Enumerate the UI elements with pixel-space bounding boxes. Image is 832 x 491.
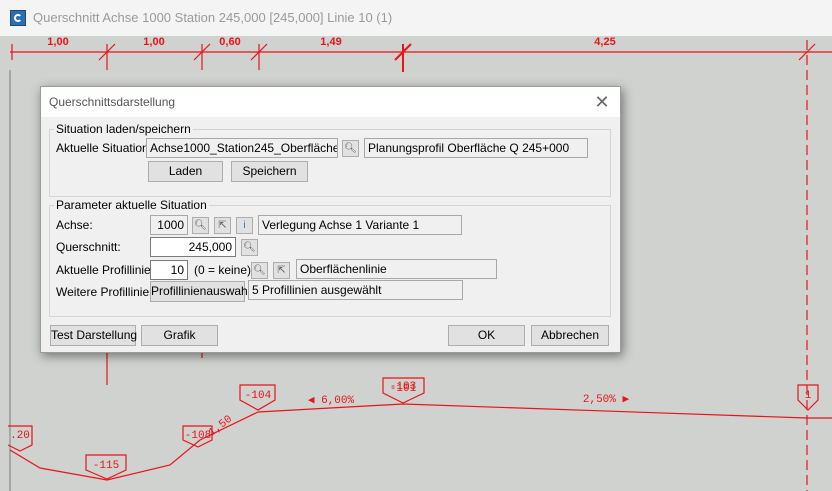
situation-file-field[interactable]: Achse1000_Station245_Oberfläche.QS (146, 138, 338, 158)
close-icon[interactable]: ✕ (590, 90, 614, 114)
current-situation-label: Aktuelle Situation: (56, 141, 153, 155)
dimension-label: 1,49 (320, 36, 341, 48)
dimension-label: 4,25 (594, 36, 615, 48)
profile-line-label: Aktuelle Profillinie: (56, 263, 155, 277)
profile-line-description-field[interactable]: Oberflächenlinie (296, 259, 497, 279)
height-label: -115 (93, 460, 119, 472)
height-label: 1 (805, 390, 812, 402)
window-title: Querschnitt Achse 1000 Station 245,000 [… (33, 10, 393, 25)
ok-button[interactable]: OK (448, 325, 525, 346)
dimension-label: 1,00 (47, 36, 68, 48)
height-label: .20 (10, 430, 30, 442)
cross-section-dialog: Querschnittsdarstellung ✕ Situation lade… (40, 86, 621, 353)
situation-description-field[interactable]: Planungsprofil Oberfläche Q 245+000 (364, 138, 588, 158)
dialog-title: Querschnittsdarstellung (49, 95, 176, 109)
axis-field[interactable]: 1000 (150, 215, 188, 235)
app-icon (10, 10, 26, 26)
slope-label: 2,50% ▶ (583, 394, 630, 406)
axis-description-field[interactable]: Verlegung Achse 1 Variante 1 (258, 215, 462, 235)
situation-legend: Situation laden/speichern (54, 122, 193, 136)
search-icon[interactable]: 🔍︎ (342, 140, 359, 157)
height-label: -101 (390, 383, 417, 395)
title-bar: Querschnitt Achse 1000 Station 245,000 [… (0, 0, 832, 37)
axis-label: Achse: (56, 218, 93, 232)
pick-cursor-icon[interactable]: ⇱ (214, 217, 231, 234)
slope-label: 1,50 (207, 414, 235, 440)
profile-line-input[interactable]: 10 (150, 260, 188, 280)
parameter-legend: Parameter aktuelle Situation (54, 198, 209, 212)
height-label: -104 (245, 390, 272, 402)
more-profile-lines-field[interactable]: 5 Profillinien ausgewählt (248, 280, 463, 300)
cancel-button[interactable]: Abbrechen (531, 325, 609, 346)
profile-line-hint: (0 = keine) (194, 263, 252, 277)
info-icon[interactable]: i (236, 217, 253, 234)
graphic-button[interactable]: Grafik (141, 325, 218, 346)
profile-line-selection-button[interactable]: Profillinienauswahl (150, 281, 250, 302)
surface-profile-line (9, 403, 832, 481)
slope-label: ◀ 6,00% (308, 395, 355, 407)
load-button[interactable]: Laden (148, 161, 223, 182)
dimension-label: 1,00 (143, 36, 164, 48)
dialog-header: Querschnittsdarstellung ✕ (41, 87, 620, 117)
save-button[interactable]: Speichern (231, 161, 308, 182)
test-display-button[interactable]: Test Darstellung (50, 325, 137, 346)
search-icon[interactable]: 🔍︎ (192, 217, 209, 234)
more-profile-lines-label: Weitere Profillinien: (56, 285, 160, 299)
search-icon[interactable]: 🔍︎ (241, 239, 258, 256)
search-icon[interactable]: 🔍︎ (251, 262, 268, 279)
section-station-input[interactable]: 245,000 (150, 237, 236, 257)
dimension-label: 0,60 (219, 36, 240, 48)
section-label: Querschnitt: (56, 240, 121, 254)
pick-cursor-icon[interactable]: ⇱ (273, 262, 290, 279)
